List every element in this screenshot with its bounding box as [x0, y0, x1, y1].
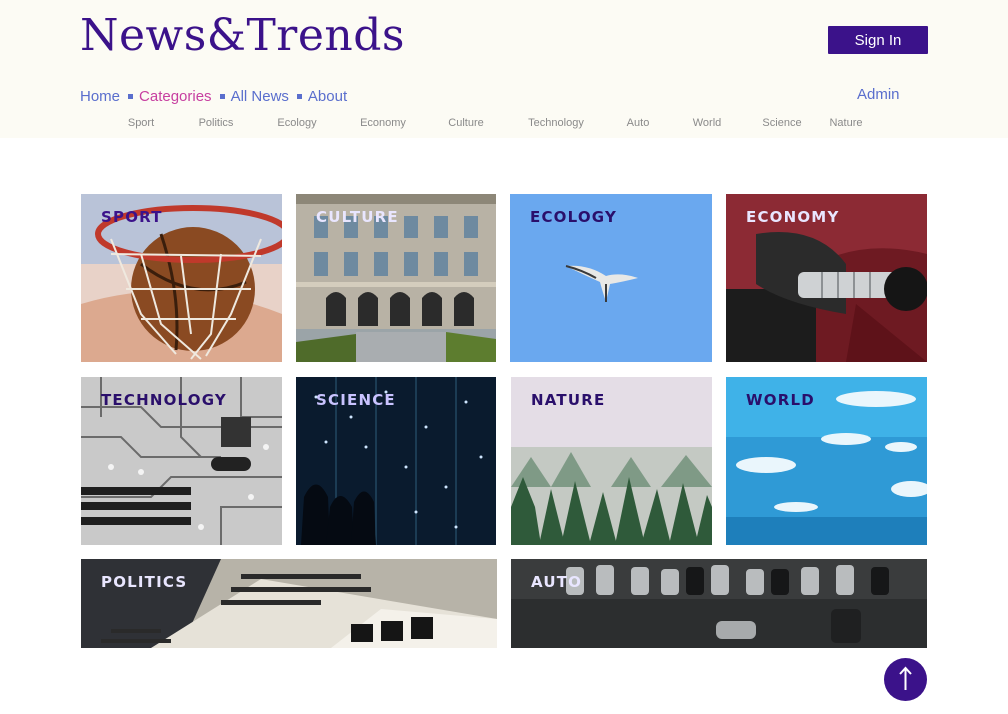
subnav-ecology[interactable]: Ecology: [277, 117, 316, 129]
subnav-world[interactable]: World: [693, 117, 722, 129]
tile-label: POLITICS: [101, 573, 188, 591]
subnav-technology[interactable]: Technology: [528, 117, 584, 129]
nav-separator: [128, 93, 134, 99]
sign-in-button[interactable]: Sign In: [828, 26, 928, 54]
category-tile-nature[interactable]: NATURE: [511, 377, 712, 545]
category-tile-auto[interactable]: AUTO: [511, 559, 927, 648]
category-tile-culture[interactable]: CULTURE: [296, 194, 496, 362]
tile-label: ECOLOGY: [530, 208, 618, 226]
nav-admin-link[interactable]: Admin: [857, 86, 900, 103]
nav-separator: [296, 93, 302, 99]
nav-about-link[interactable]: About: [308, 88, 347, 105]
subnav-nature[interactable]: Nature: [829, 117, 862, 129]
tile-label: WORLD: [746, 391, 815, 409]
tile-label: SPORT: [101, 208, 163, 226]
nav-separator: [219, 93, 225, 99]
tile-label: TECHNOLOGY: [101, 391, 227, 409]
category-tile-sport[interactable]: SPORT: [81, 194, 282, 362]
tile-label: AUTO: [531, 573, 583, 591]
subnav-auto[interactable]: Auto: [627, 117, 650, 129]
tile-label: SCIENCE: [316, 391, 396, 409]
category-tile-technology[interactable]: TECHNOLOGY: [81, 377, 282, 545]
category-tile-world[interactable]: WORLD: [726, 377, 927, 545]
arrow-up-icon: [899, 666, 912, 690]
nav-all-news-link[interactable]: All News: [231, 88, 289, 105]
category-tile-economy[interactable]: ECONOMY: [726, 194, 927, 362]
site-logo[interactable]: News&Trends: [80, 10, 405, 61]
category-tile-science[interactable]: SCIENCE: [296, 377, 496, 545]
site-header: News&Trends Sign In Home Categories All …: [0, 0, 1008, 138]
subnav-politics[interactable]: Politics: [199, 117, 234, 129]
scroll-to-top-button[interactable]: [884, 658, 927, 701]
tile-label: ECONOMY: [746, 208, 840, 226]
category-tile-politics[interactable]: POLITICS: [81, 559, 497, 648]
category-tile-ecology[interactable]: ECOLOGY: [510, 194, 712, 362]
nav-categories-link[interactable]: Categories: [139, 88, 212, 105]
category-subnav: Sport Politics Ecology Economy Culture T…: [0, 117, 1008, 133]
main-nav: Home Categories All News About: [80, 86, 347, 106]
subnav-sport[interactable]: Sport: [128, 117, 154, 129]
tile-label: NATURE: [531, 391, 606, 409]
tile-label: CULTURE: [316, 208, 399, 226]
subnav-culture[interactable]: Culture: [448, 117, 483, 129]
subnav-science[interactable]: Science: [762, 117, 801, 129]
nav-home-link[interactable]: Home: [80, 88, 120, 105]
subnav-economy[interactable]: Economy: [360, 117, 406, 129]
